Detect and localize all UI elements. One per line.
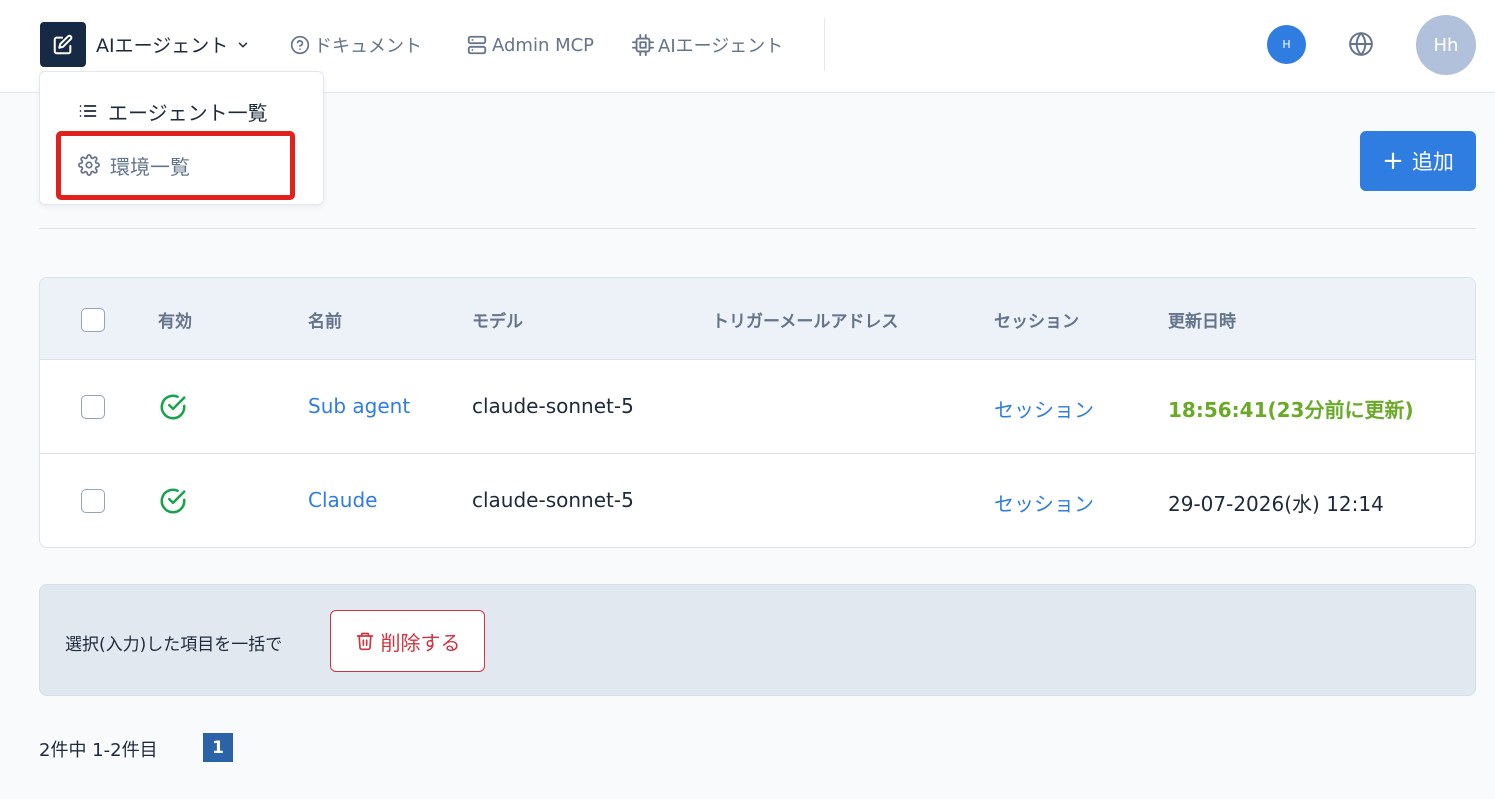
gear-icon — [78, 154, 100, 176]
column-header-trigger-email: トリガーメールアドレス — [712, 312, 899, 332]
user-avatar[interactable]: Hh — [1416, 15, 1476, 75]
plus-icon: + — [1382, 146, 1404, 176]
column-header-enabled: 有効 — [158, 312, 192, 332]
language-button[interactable] — [1347, 30, 1375, 58]
notification-avatar[interactable]: H — [1267, 25, 1306, 64]
app-logo — [40, 22, 86, 67]
row-checkbox[interactable] — [81, 395, 105, 419]
row-checkbox[interactable] — [81, 489, 105, 513]
title-divider — [39, 228, 1476, 229]
column-header-name: 名前 — [308, 312, 342, 332]
menu-item-agent-list-label: エージェント一覧 — [108, 100, 268, 125]
agent-updated: 18:56:41(23分前に更新) — [1168, 398, 1414, 422]
session-link[interactable]: セッション — [994, 394, 1094, 423]
pagination-summary: 2件中 1-2件目 — [39, 740, 158, 761]
agents-table: 有効 名前 モデル トリガーメールアドレス セッション 更新日時 Sub age… — [39, 277, 1476, 548]
chevron-down-icon — [236, 38, 250, 52]
app-dropdown-menu: エージェント一覧 環境一覧 — [39, 71, 324, 205]
session-link[interactable]: セッション — [994, 488, 1094, 517]
nav-link-docs[interactable]: ドキュメント — [290, 30, 422, 60]
nav-link-admin-mcp[interactable]: Admin MCP — [466, 30, 594, 60]
bulk-action-label: 選択(入力)した項目を一括で — [65, 635, 283, 655]
menu-item-environment-list[interactable]: 環境一覧 — [40, 140, 323, 190]
help-circle-icon — [290, 35, 310, 55]
nav-link-ai-agent-label: AIエージェント — [658, 36, 784, 57]
menu-item-environment-list-label: 環境一覧 — [110, 154, 190, 179]
nav-link-ai-agent[interactable]: AIエージェント — [632, 30, 783, 60]
column-header-model: モデル — [472, 312, 523, 332]
column-header-session: セッション — [994, 312, 1079, 332]
select-all-checkbox[interactable] — [81, 308, 105, 332]
table-row: Sub agent claude-sonnet-5 セッション 18:56:41… — [40, 360, 1475, 454]
agent-model: claude-sonnet-5 — [472, 394, 634, 418]
table-header: 有効 名前 モデル トリガーメールアドレス セッション 更新日時 — [40, 278, 1475, 360]
agent-model: claude-sonnet-5 — [472, 488, 634, 512]
page-button-current[interactable]: 1 — [203, 733, 233, 762]
app-switcher[interactable]: AIエージェント — [40, 22, 250, 67]
list-icon — [78, 101, 98, 121]
menu-item-agent-list[interactable]: エージェント一覧 — [40, 86, 323, 136]
add-button-label: 追加 — [1411, 150, 1454, 174]
table-row: Claude claude-sonnet-5 セッション 29-07-2026(… — [40, 454, 1475, 547]
nav-link-docs-label: ドキュメント — [314, 36, 422, 57]
trash-icon — [355, 631, 375, 651]
column-header-updated: 更新日時 — [1168, 312, 1236, 332]
server-icon — [466, 34, 488, 56]
cpu-icon — [632, 34, 654, 56]
globe-icon — [1349, 32, 1373, 56]
check-circle-icon — [160, 394, 186, 420]
app-name: AIエージェント — [96, 35, 229, 57]
bulk-delete-label: 削除する — [380, 630, 461, 655]
nav-link-admin-mcp-label: Admin MCP — [492, 34, 595, 56]
agent-name-link[interactable]: Claude — [308, 488, 377, 512]
edit-icon — [53, 34, 73, 54]
agent-name-link[interactable]: Sub agent — [308, 394, 410, 418]
add-button[interactable]: + 追加 — [1360, 131, 1476, 191]
bulk-action-bar: 選択(入力)した項目を一括で 削除する — [39, 584, 1476, 696]
check-circle-icon — [160, 488, 186, 514]
agent-updated: 29-07-2026(水) 12:14 — [1168, 492, 1384, 516]
nav-divider — [824, 18, 825, 71]
bulk-delete-button[interactable]: 削除する — [330, 610, 485, 672]
